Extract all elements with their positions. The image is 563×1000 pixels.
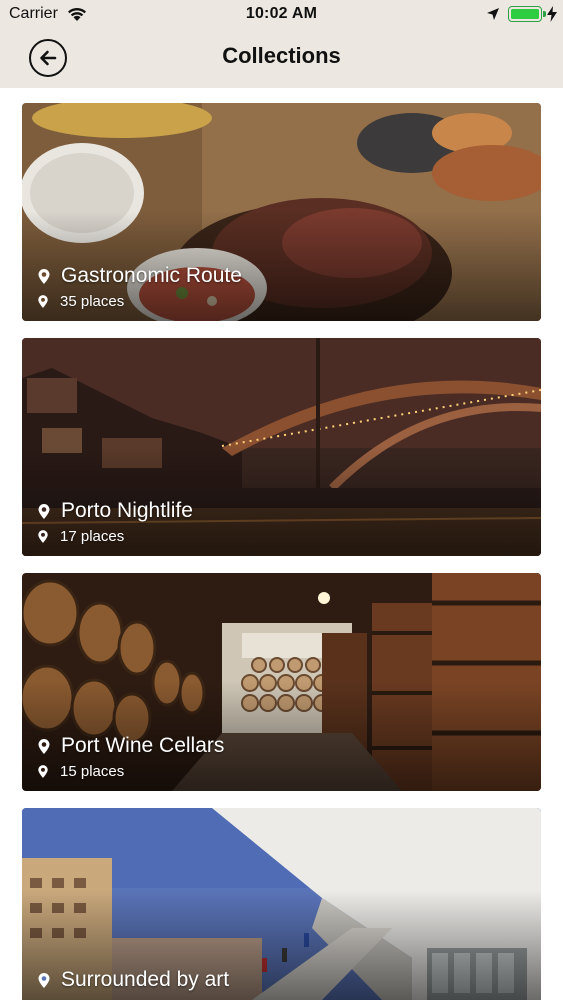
map-pin-icon bbox=[38, 503, 50, 519]
clock: 10:02 AM bbox=[245, 5, 318, 22]
map-pin-icon bbox=[38, 530, 48, 543]
map-pin-icon bbox=[38, 972, 50, 988]
header: Carrier 10:02 AM Collections bbox=[0, 0, 563, 88]
collection-card-gastronomic-route[interactable]: Gastronomic Route 35 places bbox=[22, 103, 541, 321]
charging-bolt-icon bbox=[547, 6, 557, 22]
card-title-row: Gastronomic Route bbox=[37, 264, 242, 288]
card-count-row: 17 places bbox=[37, 528, 124, 545]
card-title-row: Port Wine Cellars bbox=[37, 734, 224, 758]
battery-fill bbox=[511, 9, 539, 19]
map-pin-icon bbox=[38, 295, 48, 308]
location-arrow-icon bbox=[487, 8, 499, 20]
collection-place-count: 17 places bbox=[60, 528, 125, 545]
collection-title: Gastronomic Route bbox=[61, 264, 242, 287]
collection-title: Porto Nightlife bbox=[61, 499, 193, 522]
map-pin-icon bbox=[38, 765, 48, 778]
status-bar: Carrier 10:02 AM bbox=[0, 0, 563, 30]
collection-card-porto-nightlife[interactable]: Porto Nightlife 17 places bbox=[22, 338, 541, 556]
collection-title: Port Wine Cellars bbox=[61, 734, 225, 757]
collection-card-surrounded-by-art[interactable]: Surrounded by art bbox=[22, 808, 541, 1000]
card-count-row: 35 places bbox=[37, 293, 124, 310]
battery-icon bbox=[508, 6, 542, 22]
collection-card-port-wine-cellars[interactable]: Port Wine Cellars 15 places bbox=[22, 573, 541, 791]
page-title: Collections bbox=[222, 43, 341, 68]
card-count-row: 15 places bbox=[37, 763, 124, 780]
collection-place-count: 35 places bbox=[60, 293, 125, 310]
collection-place-count: 15 places bbox=[60, 763, 125, 780]
card-title-row: Surrounded by art bbox=[37, 968, 229, 992]
collection-title: Surrounded by art bbox=[61, 968, 230, 991]
card-title-row: Porto Nightlife bbox=[37, 499, 193, 523]
map-pin-icon bbox=[38, 268, 50, 284]
battery-cap bbox=[543, 11, 546, 17]
map-pin-icon bbox=[38, 738, 50, 754]
